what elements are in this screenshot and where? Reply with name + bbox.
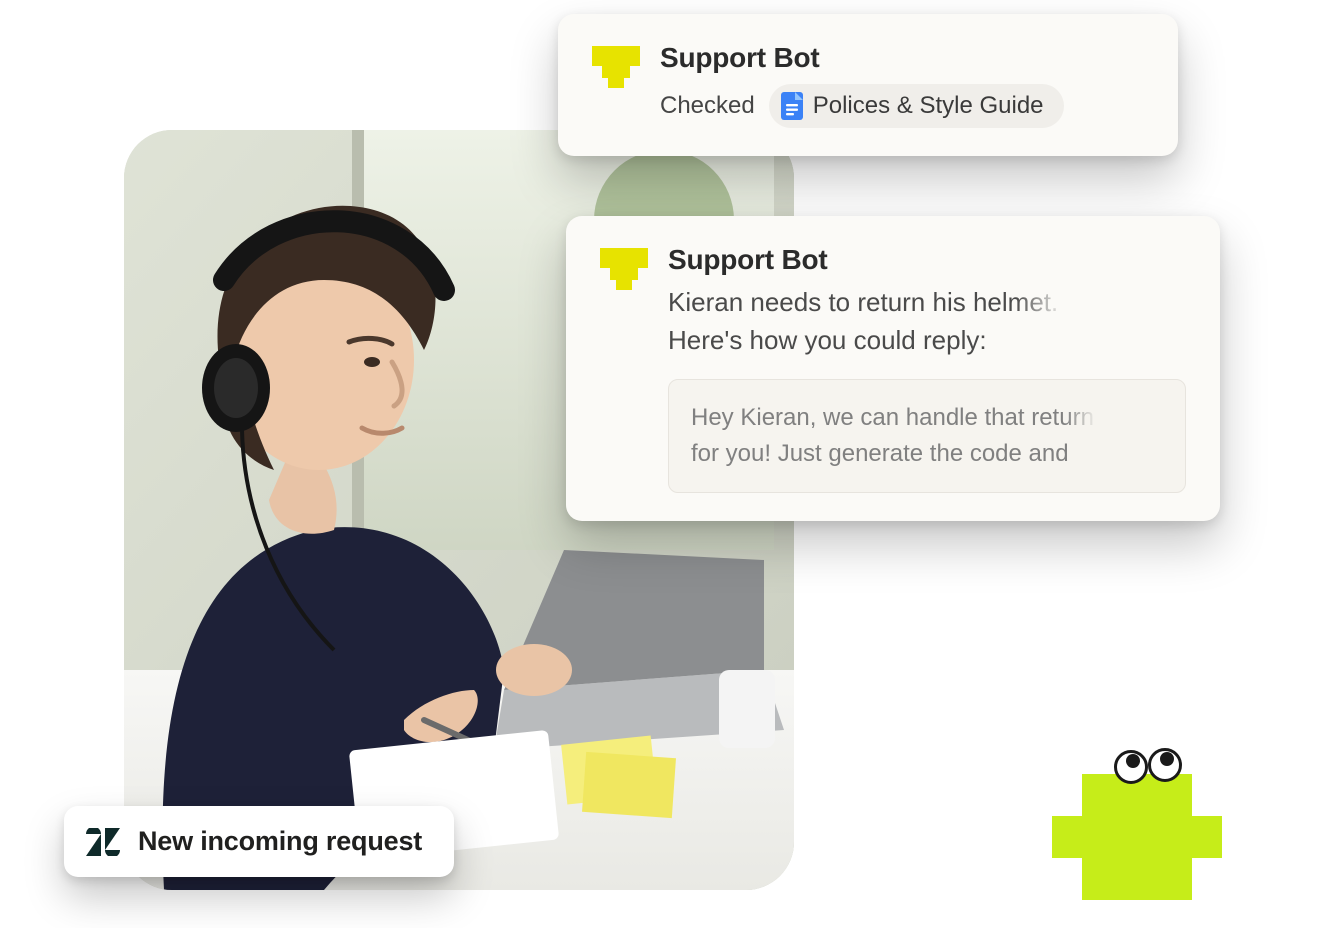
mascot-icon (1052, 744, 1222, 904)
bot-card-suggestion: Support Bot Kieran needs to return his h… (566, 216, 1220, 521)
suggestion-description: Kieran needs to return his helmet. Here'… (668, 284, 1186, 359)
bot-avatar-icon (600, 248, 648, 290)
bot-name: Support Bot (668, 244, 1186, 276)
toast-label: New incoming request (138, 826, 422, 857)
suggested-reply-box[interactable]: Hey Kieran, we can handle that return fo… (668, 379, 1186, 493)
google-doc-icon (781, 92, 803, 120)
doc-chip[interactable]: Polices & Style Guide (769, 84, 1064, 128)
doc-chip-label: Polices & Style Guide (813, 92, 1044, 120)
incoming-request-toast[interactable]: New incoming request (64, 806, 454, 877)
bot-avatar-icon (592, 46, 640, 88)
status-label: Checked (660, 92, 755, 120)
zendesk-icon (86, 828, 120, 856)
bot-card-checked: Support Bot Checked Polices & Style Guid… (558, 14, 1178, 156)
bot-name: Support Bot (660, 42, 1144, 74)
